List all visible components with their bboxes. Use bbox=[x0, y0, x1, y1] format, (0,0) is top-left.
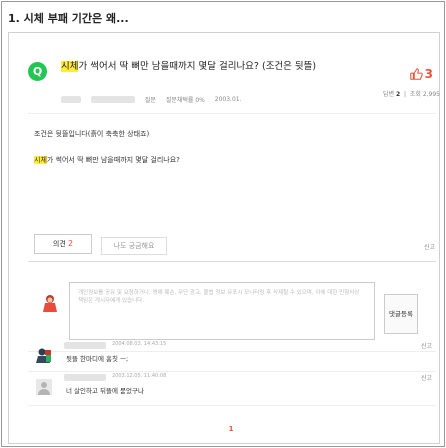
report-link[interactable]: 신고 bbox=[424, 242, 435, 251]
body-highlight: 시체 bbox=[34, 156, 47, 164]
thumbs-up-icon bbox=[409, 67, 423, 80]
question-body-line-2: 시체가 썩어서 딱 뼈만 남을때까지 몇달 걸리나요? bbox=[34, 155, 180, 165]
author-avatar-blurred bbox=[61, 96, 81, 103]
question-body-line-1: 조건은 뒷뜰입니다(흙이 축축한 상태죠) bbox=[34, 130, 150, 138]
opinion-count: 2 bbox=[68, 239, 74, 248]
me-too-curious-button[interactable]: 나도 궁금해요 bbox=[101, 237, 167, 255]
reply-date: 2003.12.05. 11:40:08 bbox=[112, 373, 167, 379]
answers-count: 2 bbox=[396, 91, 401, 98]
reply-item: 2004.08.03. 14:43:15 뒷뜰 한마디에 훔칫 ㅡ; 신고 bbox=[36, 341, 436, 371]
reply-date: 2004.08.03. 14:43:15 bbox=[112, 341, 167, 347]
body-rest: 가 썩어서 딱 뼈만 남을때까지 몇달 걸리나요? bbox=[46, 156, 180, 164]
reply-author-blurred[interactable] bbox=[64, 342, 106, 349]
question-stats: 답변 2 | 조회 2,995 bbox=[383, 91, 440, 98]
submit-comment-button[interactable]: 댓글등록 bbox=[384, 294, 418, 334]
views-count: 2,995 bbox=[422, 91, 440, 98]
divider bbox=[28, 371, 436, 372]
report-link[interactable]: 신고 bbox=[421, 373, 432, 382]
question-card: Q 시체가 썩어서 딱 뼈만 남을때까지 몇달 걸리나요? (조건은 뒷뜰) 질… bbox=[8, 32, 440, 444]
question-meta: 질문 질문채택률 0% 2003.01. bbox=[61, 95, 249, 107]
reply-author-blurred[interactable] bbox=[64, 374, 106, 381]
meta-grade: 질문채택률 0% bbox=[165, 97, 205, 104]
reply-item: 2003.12.05. 11:40:08 너 살인하고 뒤뜰에 묻었구나 신고 bbox=[36, 373, 436, 403]
section-title: 1. 시체 부패 기간은 왜... bbox=[8, 12, 129, 25]
avatar bbox=[36, 348, 51, 363]
title-rest: 가 썩어서 딱 뼈만 남을때까지 몇달 걸리나요? (조건은 뒷뜰) bbox=[78, 61, 317, 72]
opinion-button[interactable]: 의견 2 bbox=[34, 234, 92, 254]
like-button[interactable]: 3 bbox=[371, 63, 433, 82]
comment-input[interactable]: 개인정보를 공유 및 요청하거나, 명예 훼손, 무단 광고, 불법 정보 유포… bbox=[69, 282, 375, 340]
author-name-blurred[interactable] bbox=[90, 96, 135, 103]
views-label: 조회 bbox=[409, 91, 421, 98]
meta-date: 2003.01. bbox=[214, 96, 242, 103]
like-count: 3 bbox=[424, 66, 433, 81]
opinion-label: 의견 bbox=[52, 240, 66, 248]
pagination-current-page[interactable]: 1 bbox=[225, 425, 237, 433]
reply-text: 너 살인하고 뒤뜰에 묻었구나 bbox=[66, 387, 144, 395]
title-highlight: 시체 bbox=[61, 61, 79, 72]
q-logo-icon: Q bbox=[28, 62, 47, 81]
question-title[interactable]: 시체가 썩어서 딱 뼈만 남을때까지 몇달 걸리나요? (조건은 뒷뜰) bbox=[61, 60, 333, 74]
avatar bbox=[43, 295, 57, 312]
meta-question-label: 질문 bbox=[144, 97, 156, 104]
default-avatar-icon bbox=[36, 379, 52, 395]
divider bbox=[28, 261, 436, 262]
answers-label: 답변 bbox=[383, 91, 395, 98]
divider bbox=[28, 405, 436, 406]
report-link[interactable]: 신고 bbox=[421, 341, 432, 350]
divider bbox=[28, 113, 436, 114]
reply-text: 뒷뜰 한마디에 훔칫 ㅡ; bbox=[66, 355, 129, 363]
